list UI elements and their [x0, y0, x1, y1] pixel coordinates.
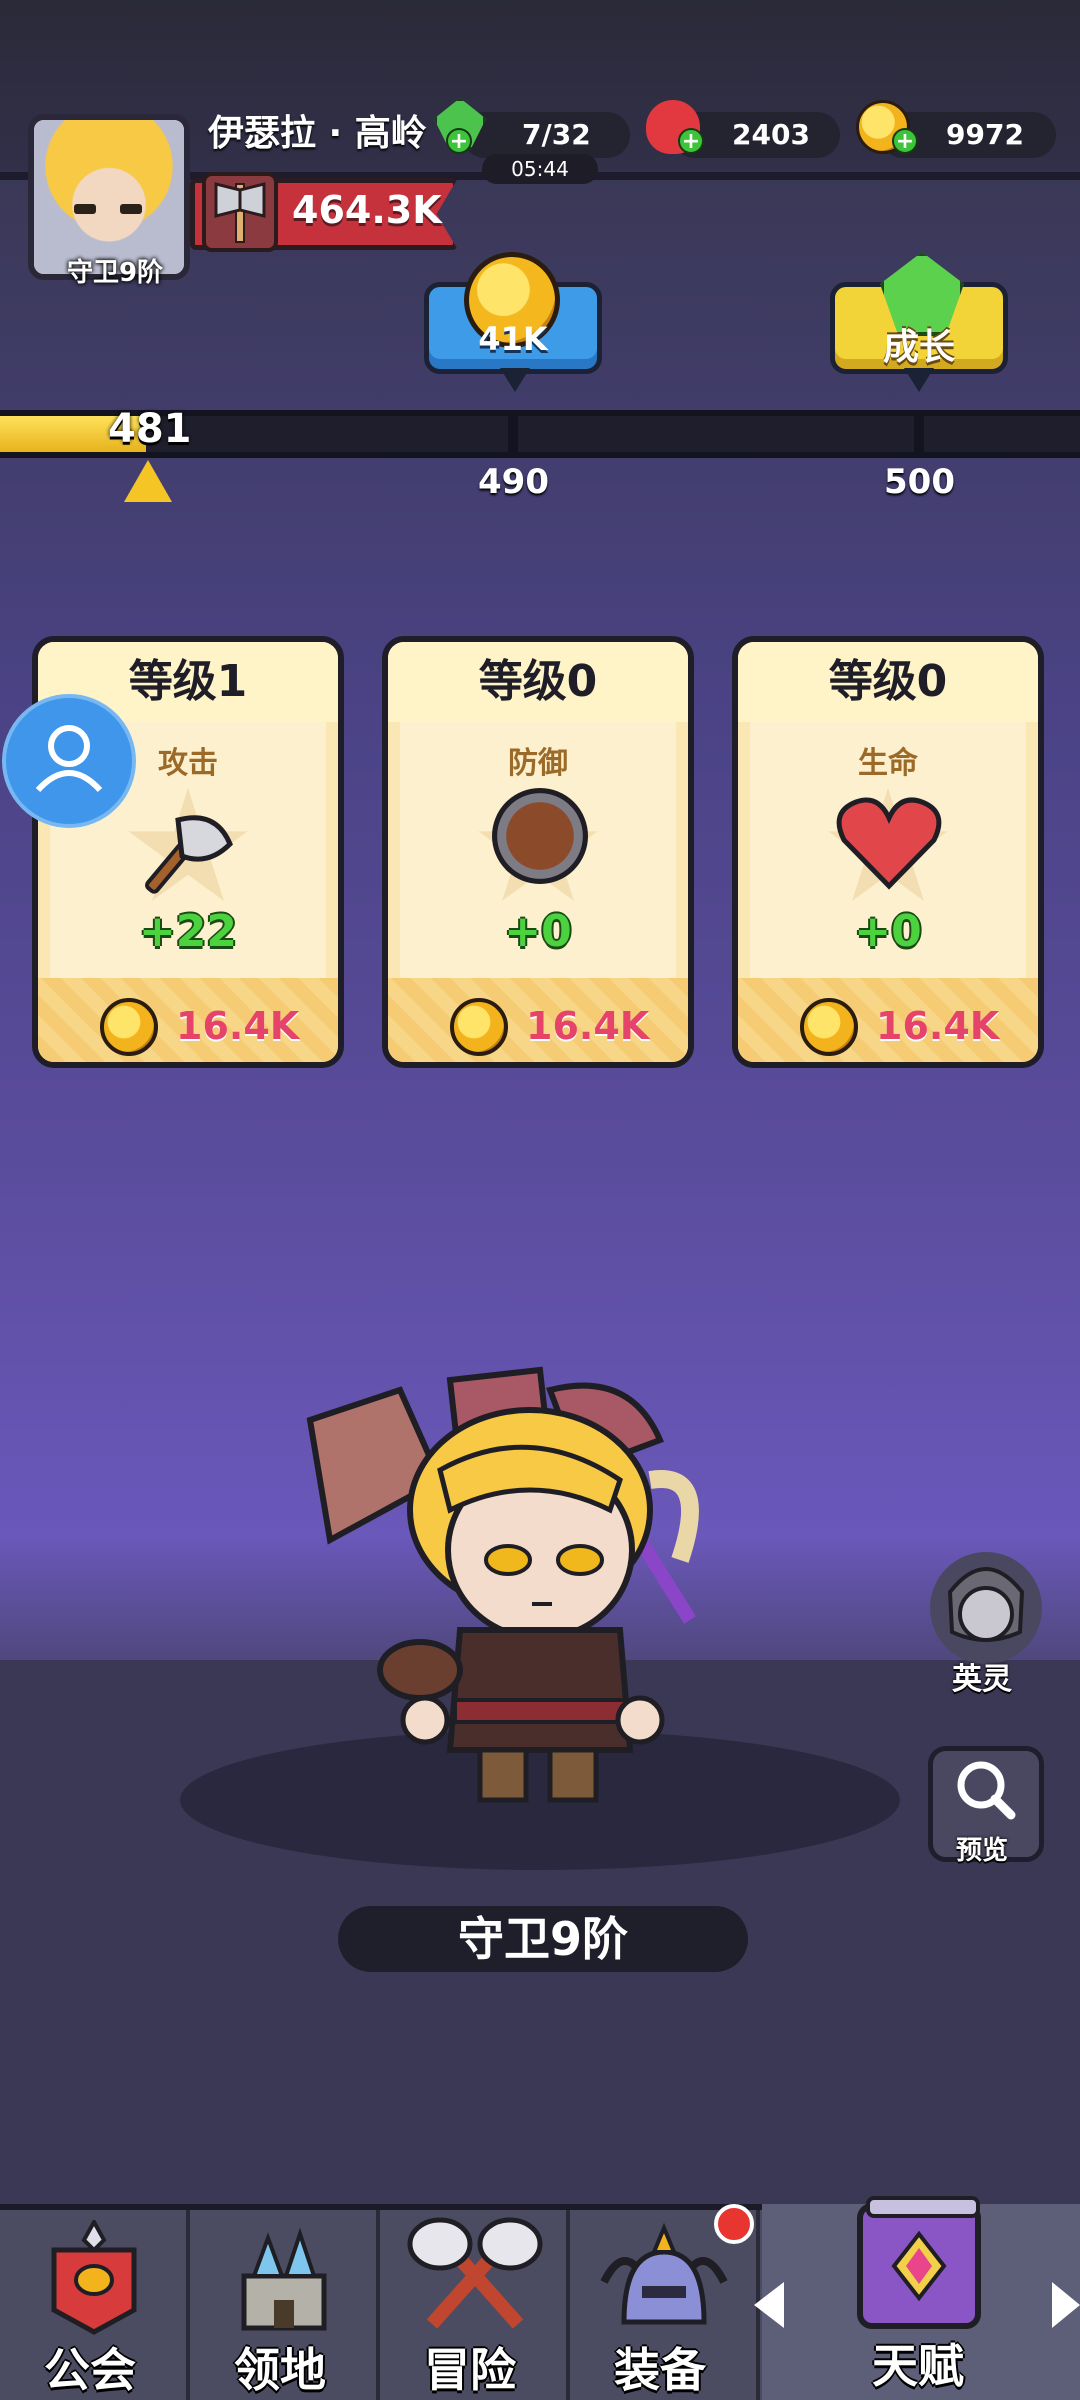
progress-tick: [914, 410, 924, 458]
battle-axe-icon: [202, 172, 278, 252]
heart-icon: [834, 792, 944, 892]
nav-talent[interactable]: 天赋: [762, 2194, 1052, 2400]
upgrade-cost: 16.4K: [526, 1004, 650, 1048]
energy-count: 7/32: [522, 118, 591, 151]
floating-user-button[interactable]: [2, 694, 136, 828]
rank-label: 守卫9阶: [66, 258, 164, 288]
coin-reward-value: 41K: [478, 320, 548, 358]
nav-label: 公会: [44, 2343, 136, 2397]
progress-mark: 500: [884, 462, 955, 502]
hero-name-plate: 守卫9阶: [338, 1906, 748, 1972]
add-gold-icon[interactable]: +: [892, 128, 918, 154]
axe-icon: [138, 800, 238, 900]
progress-mark: 490: [478, 462, 549, 502]
card-bonus: +0: [504, 906, 572, 957]
progress-tick: [508, 410, 518, 458]
avatar: [34, 120, 184, 274]
spirit-label: 英灵: [952, 1662, 1012, 1697]
card-bonus: +22: [138, 906, 238, 957]
user-icon: [35, 725, 103, 793]
nav-label: 天赋: [872, 2339, 964, 2393]
card-stat-name: 防御: [508, 746, 568, 781]
spirit-portrait-icon: [947, 1567, 1025, 1642]
gold-coin-icon: [450, 998, 508, 1056]
preview-label: 预览: [956, 1836, 1009, 1866]
avatar-eye-right: [120, 204, 142, 214]
nav-territory[interactable]: 领地: [190, 2210, 380, 2400]
crossed-axes-icon: [407, 2217, 543, 2329]
power-value: 464.3K: [292, 188, 442, 232]
gold-coin-icon: [100, 998, 158, 1056]
shield-icon: [492, 788, 588, 884]
hero-character[interactable]: [250, 1360, 810, 1820]
notification-badge: [714, 2204, 754, 2244]
avatar-eye-left: [74, 204, 96, 214]
coin-reward-pointer: [500, 368, 530, 392]
player-name: 伊瑟拉 · 高岭: [208, 113, 427, 154]
guild-banner-icon: [51, 2220, 137, 2335]
nav-label: 冒险: [424, 2343, 516, 2397]
add-gems-icon[interactable]: +: [678, 128, 704, 154]
nav-label: 领地: [234, 2343, 326, 2397]
gold-coin-icon: [800, 998, 858, 1056]
progress-current-value: 481: [108, 406, 192, 452]
magnifier-icon: [957, 1761, 1016, 1820]
spirit-button[interactable]: [930, 1552, 1042, 1664]
upgrade-cost: 16.4K: [176, 1004, 300, 1048]
talent-book-icon: [857, 2196, 981, 2329]
growth-pointer: [904, 368, 934, 392]
gold-count: 9972: [946, 118, 1024, 151]
nav-guild[interactable]: 公会: [0, 2210, 190, 2400]
energy-timer: 05:44: [482, 154, 598, 184]
current-position-marker-icon: [124, 460, 172, 502]
nav-label: 装备: [614, 2343, 706, 2397]
defense-upgrade-card[interactable]: 等级0 防御 +0 16.4K: [382, 636, 694, 1068]
castle-icon: [241, 2227, 327, 2331]
add-energy-icon[interactable]: +: [446, 128, 472, 154]
card-level: 等级0: [738, 642, 1038, 722]
health-upgrade-card[interactable]: 等级0 生命 +0 16.4K: [732, 636, 1044, 1068]
growth-label: 成长: [882, 327, 955, 368]
gem-count: 2403: [732, 118, 810, 151]
card-level: 等级0: [388, 642, 688, 722]
upgrade-cost: 16.4K: [876, 1004, 1000, 1048]
card-stat-name: 生命: [858, 746, 918, 781]
card-bonus: +0: [854, 906, 922, 957]
nav-adventure[interactable]: 冒险: [380, 2210, 570, 2400]
